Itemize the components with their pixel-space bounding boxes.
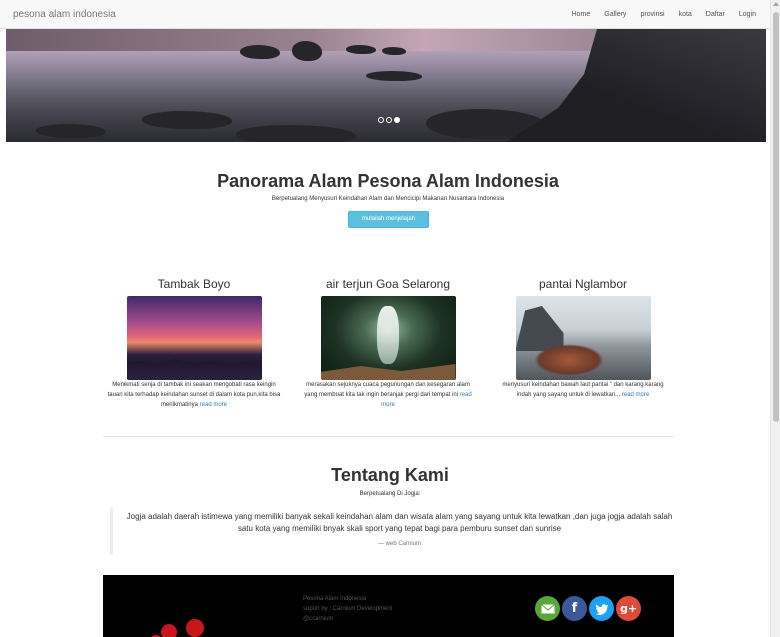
about-title: Tentang Kami: [331, 465, 449, 485]
about-quote-text: Jogja adalah daerah istimewa yang memili…: [126, 512, 673, 533]
twitter-icon[interactable]: [589, 596, 614, 621]
card-image-waterfall[interactable]: [320, 296, 456, 380]
card-description: merasakan sejuknya cuaca pegunungan dan …: [304, 382, 472, 408]
rock: [292, 41, 322, 61]
navbar: pesona alam indonesia Home Gallery provi…: [0, 0, 770, 29]
page-title: Panorama Alam Pesona Alam Indonesia: [217, 171, 559, 191]
page-subtitle: Berpetualang Menyusuri Keindahan Alam da…: [271, 196, 505, 202]
about-blockquote: Jogja adalah daerah istimewa yang memili…: [110, 507, 676, 555]
card-goa-selarong: air terjun Goa Selarong merasakan sejukn…: [298, 277, 478, 410]
footer-line: @ccarnium: [303, 616, 334, 622]
footer-logo-icon: [150, 619, 204, 637]
footer-text: Pesona Alam Indonesia suport by : Carniu…: [303, 594, 392, 624]
card-description: menyusuri keindahan bawah laut pantai " …: [502, 382, 664, 398]
about-subtitle: Berpetualang Di Jogja:: [359, 491, 421, 497]
carousel-indicators: [378, 117, 400, 123]
hero-carousel: [6, 29, 766, 142]
social-links: f g+: [535, 596, 641, 621]
scroll-thumb[interactable]: [773, 12, 779, 422]
nav-gallery[interactable]: Gallery: [604, 11, 626, 18]
mail-icon[interactable]: [535, 596, 560, 621]
nav-login[interactable]: Login: [739, 11, 756, 18]
nav-links: Home Gallery provinsi kota Daftar Login: [572, 0, 770, 29]
about-quote-source: — web Carnium: [377, 541, 421, 547]
google-plus-icon[interactable]: g+: [616, 596, 641, 621]
start-explore-button[interactable]: mulailah menjelajah: [348, 211, 429, 228]
rock: [36, 124, 106, 138]
card-title: Tambak Boyo: [157, 277, 231, 291]
card-nglambor: pantai Nglambor menyusuri keindahan bawa…: [493, 277, 673, 400]
nav-home[interactable]: Home: [572, 11, 591, 18]
nav-kota[interactable]: kota: [679, 11, 692, 18]
read-more-link[interactable]: read more: [200, 402, 227, 408]
card-description: Menikmati senja di tambak ini seakan men…: [107, 382, 281, 408]
footer-line: Pesona Alam Indonesia: [303, 596, 367, 602]
footer: Pesona Alam Indonesia suport by : Carniu…: [103, 575, 674, 637]
brand-link[interactable]: pesona alam indonesia: [13, 9, 116, 20]
rock: [346, 45, 376, 54]
card-title: air terjun Goa Selarong: [325, 277, 451, 291]
page-scrollbar[interactable]: [770, 0, 780, 637]
card-tambak-boyo: Tambak Boyo Menikmati senja di tambak in…: [104, 277, 284, 410]
nav-daftar[interactable]: Daftar: [706, 11, 725, 18]
carousel-dot-3[interactable]: [394, 117, 400, 123]
facebook-icon[interactable]: f: [562, 596, 587, 621]
carousel-dot-1[interactable]: [378, 117, 384, 123]
card-image-sunset[interactable]: [126, 296, 262, 380]
scroll-up-arrow-icon[interactable]: [773, 2, 779, 6]
card-image-beach[interactable]: [515, 296, 651, 380]
rock: [240, 45, 280, 59]
read-more-link[interactable]: read more: [622, 392, 649, 398]
footer-line: suport by : Carnium Development: [303, 606, 393, 612]
nav-provinsi[interactable]: provinsi: [640, 11, 664, 18]
rock: [236, 125, 356, 142]
section-divider: [103, 436, 674, 437]
rock: [142, 111, 232, 129]
rock: [382, 47, 406, 55]
carousel-dot-2[interactable]: [386, 117, 392, 123]
rock: [366, 71, 422, 81]
card-title: pantai Nglambor: [538, 277, 628, 291]
